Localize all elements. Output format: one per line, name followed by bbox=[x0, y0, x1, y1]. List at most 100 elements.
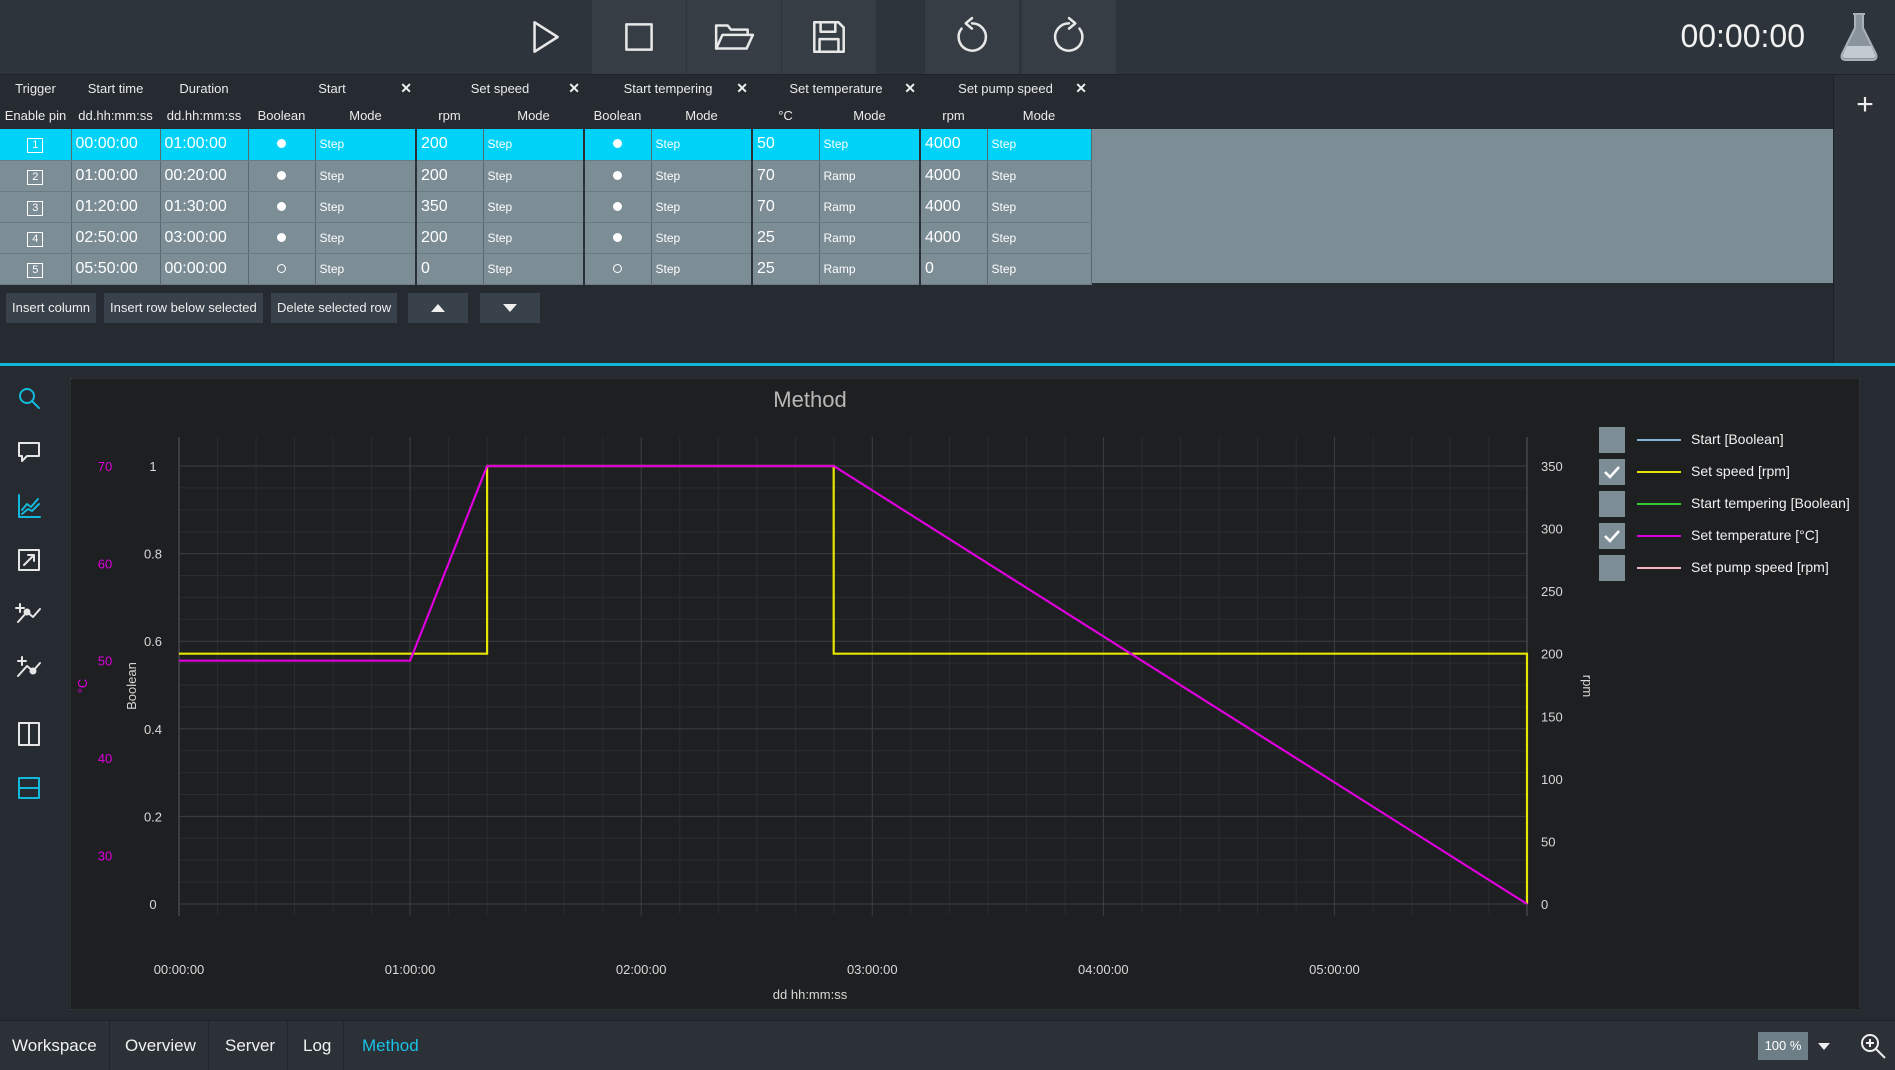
move-row-down-button[interactable] bbox=[480, 293, 540, 323]
cell-start-time[interactable]: 02:50:00 bbox=[71, 222, 161, 254]
cell-duration[interactable]: 00:20:00 bbox=[160, 160, 249, 192]
cell-start-mode[interactable]: Step bbox=[315, 222, 417, 254]
enable-pin-checkbox[interactable]: 2 bbox=[27, 169, 44, 185]
insert-column-button[interactable]: Insert column bbox=[6, 293, 97, 323]
cell-speed-mode[interactable]: Step bbox=[483, 222, 585, 254]
cell-pump-speed[interactable]: 0 bbox=[920, 253, 988, 285]
zoom-tool-button[interactable] bbox=[1858, 1031, 1888, 1061]
tab-log[interactable]: Log bbox=[291, 1021, 345, 1070]
cell-duration[interactable]: 00:00:00 bbox=[160, 253, 249, 285]
legend-checkbox[interactable] bbox=[1599, 427, 1625, 453]
table-row[interactable]: 5 05:50:00 00:00:00 Step 0 Step Step 25 Ramp 0 Ste… bbox=[0, 253, 1092, 285]
cell-start-boolean[interactable] bbox=[248, 222, 316, 254]
method-chart[interactable]: 00.20.40.60.8100:00:00 01:00:00 02:00:00 03… bbox=[71, 379, 1591, 1011]
tab-workspace[interactable]: Workspace bbox=[0, 1021, 110, 1070]
remove-start-column-button[interactable]: ✕ bbox=[400, 80, 412, 97]
cell-temperature[interactable]: 50 bbox=[752, 129, 820, 161]
split-vertical-button[interactable] bbox=[9, 714, 49, 754]
legend-checkbox[interactable] bbox=[1599, 523, 1625, 549]
start-boolean-indicator[interactable] bbox=[277, 263, 286, 273]
table-row[interactable]: 1 00:00:00 01:00:00 Step 200 Step Step 50 Step 40… bbox=[0, 129, 1092, 161]
enable-pin-checkbox[interactable]: 3 bbox=[27, 200, 44, 216]
cell-temperature[interactable]: 25 bbox=[752, 253, 820, 285]
tab-method[interactable]: Method bbox=[350, 1021, 431, 1070]
cell-temperature[interactable]: 70 bbox=[752, 160, 820, 192]
tab-overview[interactable]: Overview bbox=[113, 1021, 209, 1070]
delete-row-button[interactable]: Delete selected row bbox=[271, 293, 398, 323]
cell-duration[interactable]: 03:00:00 bbox=[160, 222, 249, 254]
cell-temperature-mode[interactable]: Ramp bbox=[819, 191, 921, 223]
cell-start-time[interactable]: 05:50:00 bbox=[71, 253, 161, 285]
cell-start-boolean[interactable] bbox=[248, 129, 316, 161]
start-boolean-indicator[interactable] bbox=[277, 232, 286, 242]
cell-speed-mode[interactable]: Step bbox=[483, 129, 585, 161]
cell-pump-mode[interactable]: Step bbox=[987, 160, 1092, 192]
enable-pin-checkbox[interactable]: 1 bbox=[27, 138, 44, 154]
cell-speed-mode[interactable]: Step bbox=[483, 160, 585, 192]
start-boolean-indicator[interactable] bbox=[277, 139, 286, 149]
cell-speed[interactable]: 200 bbox=[416, 129, 484, 161]
cell-pump-mode[interactable]: Step bbox=[987, 129, 1092, 161]
legend-checkbox[interactable] bbox=[1599, 491, 1625, 517]
cell-start-time[interactable]: 00:00:00 bbox=[71, 129, 161, 161]
cell-tempering-mode[interactable]: Step bbox=[651, 160, 753, 192]
cell-enable-pin[interactable]: 4 bbox=[0, 222, 72, 254]
remove-start-tempering-column-button[interactable]: ✕ bbox=[736, 80, 748, 97]
cell-duration[interactable]: 01:30:00 bbox=[160, 191, 249, 223]
tempering-boolean-indicator[interactable] bbox=[613, 170, 623, 180]
cell-speed[interactable]: 200 bbox=[416, 160, 484, 192]
cell-speed[interactable]: 350 bbox=[416, 191, 484, 223]
cell-start-mode[interactable]: Step bbox=[315, 160, 417, 192]
cell-start-time[interactable]: 01:20:00 bbox=[71, 191, 161, 223]
add-column-button[interactable]: + bbox=[1834, 85, 1895, 125]
stop-button[interactable] bbox=[592, 0, 686, 74]
cell-tempering-mode[interactable]: Step bbox=[651, 253, 753, 285]
move-row-up-button[interactable] bbox=[408, 293, 468, 323]
remove-set-temperature-column-button[interactable]: ✕ bbox=[904, 80, 916, 97]
cell-temperature-mode[interactable]: Ramp bbox=[819, 160, 921, 192]
insert-row-button[interactable]: Insert row below selected bbox=[104, 293, 263, 323]
flask-icon[interactable] bbox=[1837, 10, 1881, 64]
table-row[interactable]: 3 01:20:00 01:30:00 Step 350 Step Step 70 Ramp 40… bbox=[0, 191, 1092, 223]
cell-tempering-boolean[interactable] bbox=[584, 222, 652, 254]
cell-pump-speed[interactable]: 4000 bbox=[920, 129, 988, 161]
cell-temperature-mode[interactable]: Step bbox=[819, 129, 921, 161]
move-point-tool-button[interactable] bbox=[9, 648, 49, 688]
cell-enable-pin[interactable]: 3 bbox=[0, 191, 72, 223]
save-button[interactable] bbox=[782, 0, 876, 74]
cell-pump-speed[interactable]: 4000 bbox=[920, 191, 988, 223]
cell-pump-mode[interactable]: Step bbox=[987, 222, 1092, 254]
cell-tempering-mode[interactable]: Step bbox=[651, 129, 753, 161]
search-tool-button[interactable] bbox=[9, 378, 49, 418]
open-button[interactable] bbox=[687, 0, 781, 74]
panel-divider[interactable] bbox=[0, 363, 1895, 366]
cell-pump-speed[interactable]: 4000 bbox=[920, 160, 988, 192]
cell-pump-mode[interactable]: Step bbox=[987, 191, 1092, 223]
fit-view-tool-button[interactable] bbox=[9, 540, 49, 580]
cell-speed-mode[interactable]: Step bbox=[483, 253, 585, 285]
tempering-boolean-indicator[interactable] bbox=[613, 139, 623, 149]
cell-start-boolean[interactable] bbox=[248, 253, 316, 285]
cell-start-mode[interactable]: Step bbox=[315, 253, 417, 285]
remove-set-pump-speed-column-button[interactable]: ✕ bbox=[1075, 80, 1087, 97]
redo-button[interactable] bbox=[1022, 0, 1116, 74]
tempering-boolean-indicator[interactable] bbox=[613, 232, 623, 242]
cell-pump-mode[interactable]: Step bbox=[987, 253, 1092, 285]
cell-temperature-mode[interactable]: Ramp bbox=[819, 222, 921, 254]
zoom-dropdown-button[interactable] bbox=[1812, 1032, 1836, 1060]
start-boolean-indicator[interactable] bbox=[277, 201, 286, 211]
cell-pump-speed[interactable]: 4000 bbox=[920, 222, 988, 254]
legend-checkbox[interactable] bbox=[1599, 555, 1625, 581]
cell-tempering-boolean[interactable] bbox=[584, 160, 652, 192]
cell-tempering-mode[interactable]: Step bbox=[651, 191, 753, 223]
cell-temperature-mode[interactable]: Ramp bbox=[819, 253, 921, 285]
cell-start-boolean[interactable] bbox=[248, 191, 316, 223]
cell-enable-pin[interactable]: 5 bbox=[0, 253, 72, 285]
cell-temperature[interactable]: 25 bbox=[752, 222, 820, 254]
table-row[interactable]: 2 01:00:00 00:20:00 Step 200 Step Step 70 Ramp 40… bbox=[0, 160, 1092, 192]
remove-set-speed-column-button[interactable]: ✕ bbox=[568, 80, 580, 97]
cell-duration[interactable]: 01:00:00 bbox=[160, 129, 249, 161]
tempering-boolean-indicator[interactable] bbox=[613, 263, 623, 273]
cell-start-boolean[interactable] bbox=[248, 160, 316, 192]
start-boolean-indicator[interactable] bbox=[277, 170, 286, 180]
